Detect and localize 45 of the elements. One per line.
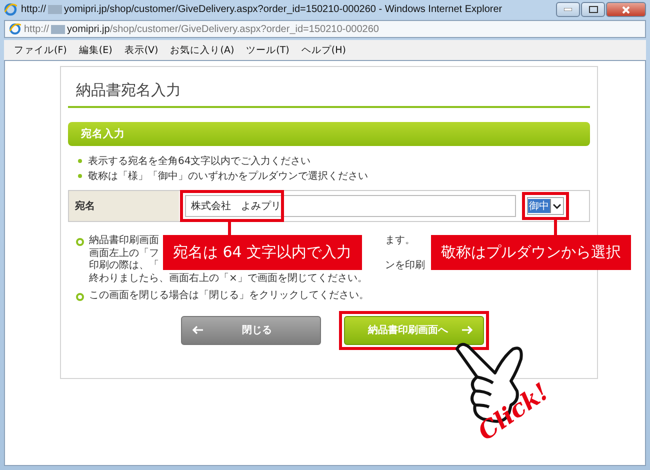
honorific-dropdown[interactable]: 御中 <box>527 197 564 215</box>
redacted-block <box>48 5 62 14</box>
close-icon <box>622 6 630 14</box>
left-arrow-icon <box>192 325 204 335</box>
instruction-text: 表示する宛名を全角64文字以内でご入力ください <box>88 154 311 168</box>
bullet-icon <box>76 293 84 301</box>
url-text: yomipri.jp <box>67 24 110 34</box>
callout-label: 宛名は 64 文字以内で入力 <box>163 235 362 270</box>
maximize-icon <box>588 6 598 13</box>
note-text: 終わりましたら、画面右上の「×」で画面を閉じてください。 <box>89 272 368 285</box>
note-text: ンを印刷 <box>385 260 425 272</box>
note-text: この画面を閉じる場合は「閉じる」をクリックしてください。 <box>89 290 369 302</box>
page-heading: 納品書宛名入力 <box>68 67 590 108</box>
chevron-down-icon <box>553 204 561 208</box>
note-text: 画面左上の「フ <box>89 248 159 260</box>
menu-item[interactable]: お気に入り(A) <box>170 44 234 56</box>
address-bar[interactable]: http:// yomipri.jp/shop/customer/GiveDelivery.aspx?order_id=150210-000260 <box>4 20 646 38</box>
menu-item[interactable]: 編集(E) <box>78 44 112 56</box>
note-text: 印刷の際は、「 <box>89 260 159 272</box>
window-title: yomipri.jp/shop/customer/GiveDelivery.aspx?order_id=150210-000260 - Windows Internet Explorer <box>64 4 502 15</box>
section-header: 宛名入力 <box>68 122 590 146</box>
minimize-icon <box>564 8 572 11</box>
menu-item[interactable]: 表示(V) <box>124 44 158 56</box>
window-title: http:// <box>21 4 46 15</box>
minimize-button[interactable] <box>556 2 580 17</box>
url-text: http:// <box>24 24 50 34</box>
page-icon <box>9 23 21 35</box>
note-text: ます。 <box>385 235 415 248</box>
bullet-icon <box>76 238 84 246</box>
instruction-text: 敬称は「様」「御中」のいずれかをプルダウンで選択ください <box>88 170 368 182</box>
bullet-icon <box>78 158 82 162</box>
right-arrow-icon <box>461 325 473 335</box>
field-label: 宛名 <box>75 200 95 213</box>
name-input-field[interactable]: 株式会社 よみプリ <box>185 195 516 217</box>
close-button[interactable] <box>606 2 646 17</box>
bullet-icon <box>78 174 82 178</box>
maximize-button[interactable] <box>581 2 605 17</box>
url-text: /shop/customer/GiveDelivery.aspx?order_id=150210-000260 <box>110 24 379 34</box>
menu-item[interactable]: ヘルプ(H) <box>301 44 346 56</box>
redacted-block <box>51 24 66 34</box>
note-text: 納品書印刷画面 <box>89 235 159 248</box>
browser-logo-icon <box>4 3 17 16</box>
callout-label: 敬称はプルダウンから選択 <box>431 235 631 270</box>
menu-item[interactable]: ファイル(F) <box>14 44 67 56</box>
menu-item[interactable]: ツール(T) <box>246 44 290 56</box>
